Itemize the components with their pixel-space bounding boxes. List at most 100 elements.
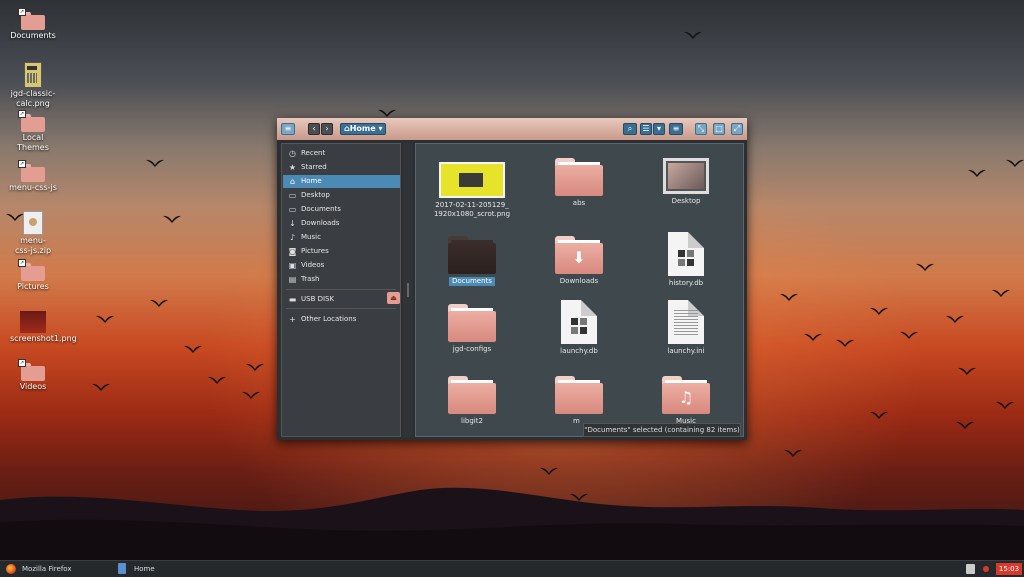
file-item-documents[interactable]: Documents bbox=[422, 236, 522, 286]
file-item-label: Desktop bbox=[671, 197, 701, 205]
notification-tray-icon[interactable] bbox=[983, 566, 989, 572]
eject-icon[interactable]: ⏏ bbox=[387, 292, 400, 304]
sidebar-item-recent[interactable]: ◷ Recent bbox=[283, 147, 400, 160]
close-icon[interactable]: ⤢ bbox=[731, 123, 743, 135]
clipboard-tray-icon[interactable] bbox=[966, 564, 975, 574]
file-item-launchy-ini[interactable]: launchy.ini bbox=[636, 300, 736, 356]
file-item-scrot-png[interactable]: 2017-02-11-205129_ 1920x1080_scrot.png bbox=[422, 162, 522, 219]
file-item-downloads[interactable]: ⬇ Downloads bbox=[529, 236, 629, 286]
sidebar-item-pictures[interactable]: ◙ Pictures bbox=[283, 245, 400, 258]
maximize-icon[interactable]: □ bbox=[713, 123, 725, 135]
bird-silhouette bbox=[246, 363, 264, 371]
sidebar-item-trash[interactable]: ▤ Trash bbox=[283, 273, 400, 286]
list-view-icon[interactable]: ☰ bbox=[640, 123, 652, 135]
sidebar-item-other-locations[interactable]: + Other Locations bbox=[283, 313, 400, 326]
bird-silhouette bbox=[836, 339, 854, 347]
folder-icon bbox=[555, 158, 603, 196]
bird-silhouette bbox=[378, 109, 396, 117]
folder-icon bbox=[448, 376, 496, 414]
desktop-icon-menu-css-js-zip[interactable]: menu-css-js.zip bbox=[6, 211, 60, 256]
database-file-icon bbox=[561, 300, 597, 344]
desktop-icon-label: Pictures bbox=[17, 282, 49, 291]
database-file-icon bbox=[668, 232, 704, 276]
bird-silhouette bbox=[150, 299, 168, 307]
download-icon: ⬇ bbox=[572, 248, 586, 267]
file-item-abs[interactable]: abs bbox=[529, 158, 629, 208]
desktop-icon-screenshot1[interactable]: screenshot1.png bbox=[6, 311, 77, 344]
bird-silhouette bbox=[163, 215, 181, 223]
folder-icon bbox=[448, 236, 496, 274]
video-icon: ▣ bbox=[288, 261, 297, 270]
sidebar-item-home[interactable]: ⌂ Home bbox=[283, 175, 400, 188]
taskbar-item-firefox[interactable]: Mozilla Firefox bbox=[0, 561, 110, 577]
back-icon[interactable]: ‹ bbox=[308, 123, 320, 135]
file-item-history-db[interactable]: history.db bbox=[636, 232, 736, 288]
app-menu-icon[interactable]: ≡ bbox=[281, 123, 295, 135]
file-item-jgd-configs[interactable]: jgd-configs bbox=[422, 304, 522, 354]
sidebar-item-desktop[interactable]: ▭ Desktop bbox=[283, 189, 400, 202]
view-options-icon[interactable]: ▾ bbox=[653, 123, 665, 135]
desktop-icon-pictures[interactable]: ↗ Pictures bbox=[6, 259, 60, 292]
file-item-libgit2[interactable]: libgit2 bbox=[422, 376, 522, 426]
music-folder-icon: ♫ bbox=[662, 376, 710, 414]
file-item-launchy-db[interactable]: launchy.db bbox=[529, 300, 629, 356]
desktop-icon-label: jgd-classic-calc.png bbox=[10, 89, 56, 108]
file-item-m[interactable]: m bbox=[529, 376, 629, 426]
sidebar-item-videos[interactable]: ▣ Videos bbox=[283, 259, 400, 272]
clock[interactable]: 15:03 bbox=[996, 563, 1022, 575]
desktop-icon-label: menu-css-js bbox=[9, 183, 57, 192]
file-item-label: launchy.db bbox=[560, 347, 598, 355]
bird-silhouette bbox=[900, 331, 918, 339]
taskbar-item-home[interactable]: Home bbox=[112, 561, 232, 577]
sidebar-item-starred[interactable]: ★ Starred bbox=[283, 161, 400, 174]
image-thumbnail-icon bbox=[439, 162, 505, 198]
file-item-desktop[interactable]: Desktop bbox=[636, 158, 736, 206]
menu-icon[interactable]: ≡ bbox=[669, 123, 683, 135]
bird-silhouette bbox=[570, 493, 588, 501]
desktop-icon-videos[interactable]: ↗ Videos bbox=[6, 359, 60, 392]
bird-silhouette bbox=[242, 391, 260, 399]
desktop-icon-jgd-classic-calc[interactable]: jgd-classic-calc.png bbox=[6, 62, 60, 109]
bird-silhouette bbox=[92, 383, 110, 391]
taskbar-item-label: Mozilla Firefox bbox=[22, 565, 72, 573]
chevron-down-icon: ▾ bbox=[375, 124, 383, 133]
desktop-icon-label: Local Themes bbox=[17, 133, 49, 152]
file-item-label: abs bbox=[572, 199, 586, 207]
file-manager-window: ≡ ‹ › ⌂Home ▾ ⌕ ☰ ▾ ≡ ⤡ □ ⤢ ◷ Recent ★ S… bbox=[277, 118, 747, 440]
folder-icon bbox=[448, 304, 496, 342]
file-item-label: launchy.ini bbox=[667, 347, 705, 355]
location-button-home[interactable]: ⌂Home ▾ bbox=[340, 123, 386, 135]
search-icon[interactable]: ⌕ bbox=[623, 123, 637, 135]
desktop-icon-label: Videos bbox=[19, 382, 47, 391]
bird-silhouette bbox=[968, 169, 986, 177]
download-icon: ↓ bbox=[289, 219, 296, 228]
location-label: Home bbox=[349, 124, 376, 133]
desktop-icon-documents[interactable]: ↗ Documents bbox=[6, 8, 60, 41]
taskbar: Mozilla Firefox Home 15:03 bbox=[0, 560, 1024, 577]
wallpaper-hills bbox=[0, 487, 1024, 560]
sidebar-item-label: Trash bbox=[301, 275, 320, 283]
bird-silhouette bbox=[540, 467, 558, 475]
sidebar-item-label: Recent bbox=[301, 149, 326, 157]
file-item-label: Documents bbox=[449, 277, 495, 286]
sidebar-item-label: Downloads bbox=[301, 219, 340, 227]
desktop-icon-menu-css-js[interactable]: ↗ menu-css-js bbox=[6, 160, 60, 193]
bird-silhouette bbox=[96, 315, 114, 323]
music-icon: ♪ bbox=[289, 233, 296, 242]
folder-icon: ↗ bbox=[18, 160, 45, 182]
file-item-music[interactable]: ♫ Music bbox=[636, 376, 736, 423]
folder-icon: ↗ bbox=[18, 359, 45, 381]
bird-silhouette bbox=[916, 263, 934, 271]
forward-icon[interactable]: › bbox=[321, 123, 333, 135]
selection-status-overlay: "Documents" selected (containing 82 item… bbox=[583, 423, 741, 437]
sidebar-item-downloads[interactable]: ↓ Downloads bbox=[283, 217, 400, 230]
desktop-icon-local-themes[interactable]: ↗ Local Themes bbox=[6, 110, 60, 153]
file-item-label: jgd-configs bbox=[452, 345, 492, 353]
sidebar-item-usb-disk[interactable]: ▬ USB DISK ⏏ bbox=[283, 292, 400, 306]
sidebar-item-documents[interactable]: ▭ Documents bbox=[283, 203, 400, 216]
sidebar-item-label: Desktop bbox=[301, 191, 330, 199]
pane-resize-handle[interactable] bbox=[403, 143, 413, 437]
bird-silhouette bbox=[992, 289, 1010, 297]
sidebar-item-music[interactable]: ♪ Music bbox=[283, 231, 400, 244]
minimize-icon[interactable]: ⤡ bbox=[695, 123, 707, 135]
